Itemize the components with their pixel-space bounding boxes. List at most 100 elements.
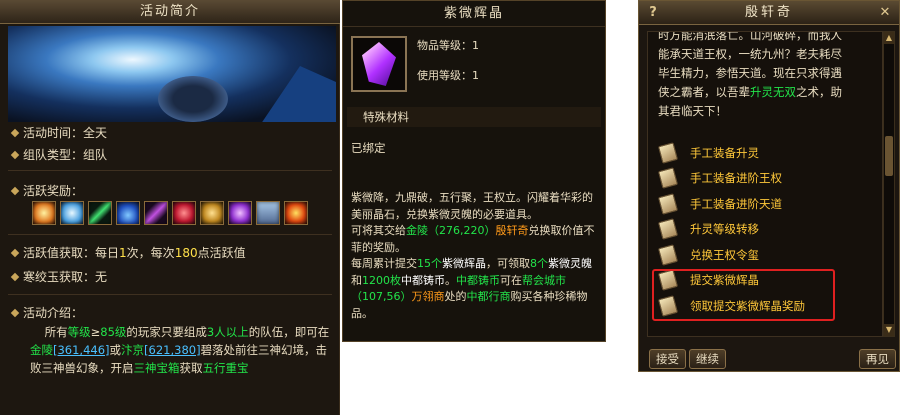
activity-points-value: 180 xyxy=(174,246,198,260)
intro-level-value: 85级 xyxy=(100,325,127,339)
continue-button[interactable]: 继续 xyxy=(689,349,726,369)
reward-count: 8个 xyxy=(530,257,548,270)
bullet-icon xyxy=(10,308,20,317)
intro-text: 或 xyxy=(109,343,122,357)
scroll-icon xyxy=(657,218,679,241)
coin-count: 1200枚 xyxy=(362,273,401,287)
bullet-icon xyxy=(10,248,20,257)
coin-keyword: 中都铸币 xyxy=(456,273,500,287)
intro-level-keyword: 等级 xyxy=(67,325,91,339)
jinling-link[interactable]: 金陵 xyxy=(406,224,428,237)
npc-dialog: 殷轩奇 ? ✕ 时方能消泯落亡。山河破碎，而我人 能承天道王权，一统九州？老夫耗… xyxy=(638,0,900,372)
jade-row: 寒绞玉获取：无 xyxy=(10,268,108,285)
option-exchange-seal[interactable]: 兑换王权令玺 xyxy=(657,242,880,268)
intro-heading-row: 活动介绍： xyxy=(10,304,84,321)
time-label: 活动时间： xyxy=(23,126,84,140)
highlight-box xyxy=(652,269,835,321)
bound-status: 已绑定 xyxy=(351,141,386,155)
option-handcraft-upgrade[interactable]: 手工装备升灵 xyxy=(657,140,880,166)
help-icon[interactable]: ? xyxy=(645,5,661,21)
gold-armor-icon[interactable] xyxy=(200,201,224,225)
use-level: 使用等级：1 xyxy=(417,69,479,82)
team-label: 组队类型： xyxy=(23,148,84,162)
item-name: 紫微辉晶 xyxy=(343,1,605,27)
activity-points-text: 次，每次 xyxy=(126,246,175,260)
green-staff-icon[interactable] xyxy=(88,201,112,225)
item-category: 特殊材料 xyxy=(347,107,601,127)
scroll-thumb[interactable] xyxy=(885,136,893,176)
blue-flask-icon[interactable] xyxy=(116,201,140,225)
goodbye-button[interactable]: 再见 xyxy=(859,349,896,369)
jinling-coord-link[interactable]: [361,446] xyxy=(53,343,110,357)
chest-keyword: 三神宝箱 xyxy=(133,361,180,375)
activity-intro-text: 所有等级≥85级的玩家只要组成3人以上的队伍，即可在金陵[361,446]或汴京… xyxy=(30,323,332,377)
option-advance-heaven[interactable]: 手工装备进阶天道 xyxy=(657,191,880,217)
dialog-line: 侠之霸者，以吾辈升灵无双之术，助 xyxy=(658,83,878,102)
rewards-row: 活跃奖励： xyxy=(10,182,83,199)
jade-value: 无 xyxy=(95,270,108,284)
intro-text: ≥ xyxy=(90,325,101,339)
option-label: 手工装备进阶王权 xyxy=(690,171,782,186)
divider xyxy=(8,234,332,235)
desc-text: ，可领取 xyxy=(486,257,530,270)
submit-count: 15个 xyxy=(417,257,442,270)
activity-times-value: 1 xyxy=(119,246,127,260)
scroll-icon xyxy=(657,192,679,215)
intro-text: 的队伍，即可在 xyxy=(248,325,330,339)
divider xyxy=(8,170,332,171)
desc-text: 处的 xyxy=(444,290,467,303)
scroll-up-icon[interactable]: ▲ xyxy=(884,32,894,44)
merchant-name-link[interactable]: 万翎商 xyxy=(412,290,445,303)
item-keyword: 紫微辉晶 xyxy=(442,257,486,270)
scroll-icon[interactable] xyxy=(256,201,280,225)
bullet-icon xyxy=(10,186,20,195)
guild-city-link[interactable]: 帮会城市 xyxy=(522,274,566,287)
jinling-link[interactable]: 金陵 xyxy=(30,343,53,357)
option-advance-royal[interactable]: 手工装备进阶王权 xyxy=(657,166,880,192)
coin-keyword: 中都铸币 xyxy=(401,273,445,287)
dialog-scrollbar[interactable]: ▲ ▼ xyxy=(883,31,895,337)
orb-icon[interactable] xyxy=(32,201,56,225)
red-gem-icon[interactable] xyxy=(172,201,196,225)
bianjing-link[interactable]: 汴京 xyxy=(121,343,144,357)
accept-button[interactable]: 接受 xyxy=(649,349,686,369)
activity-time-row: 活动时间：全天 xyxy=(10,124,108,141)
dialog-line: 能承天道王权，一统九州？老夫耗尽 xyxy=(658,47,842,61)
activity-points-text: 点活跃值 xyxy=(197,246,246,260)
beast-silhouette xyxy=(158,76,228,122)
intro-text: 获取 xyxy=(179,361,203,375)
jade-label: 寒绞玉获取： xyxy=(23,270,96,284)
intro-label: 活动介绍： xyxy=(23,306,84,320)
desc-text: 可在 xyxy=(500,273,522,287)
desc-text: 。 xyxy=(445,273,456,287)
activity-panel: 活动简介 活动时间：全天 组队类型：组队 活跃奖励： 活跃值获取：每日1次，每次… xyxy=(0,0,340,415)
purple-crystal-icon[interactable] xyxy=(228,201,252,225)
bullet-icon xyxy=(10,150,20,159)
team-type-row: 组队类型：组队 xyxy=(10,146,108,163)
bullet-icon xyxy=(10,272,20,281)
dialog-line: 毕生精力，参悟天道。现在只求得遇 xyxy=(658,66,842,80)
purple-feather-icon[interactable] xyxy=(144,201,168,225)
item-slot xyxy=(351,36,407,92)
dialog-text: 侠之霸者，以吾辈 xyxy=(658,85,750,99)
bianjing-coord-link[interactable]: [621,380] xyxy=(144,343,201,357)
option-label: 手工装备进阶天道 xyxy=(690,196,782,211)
option-label: 兑换王权令玺 xyxy=(690,247,759,262)
fire-chest-icon[interactable] xyxy=(284,201,308,225)
jinling-coord-link[interactable]: （276,220） xyxy=(428,224,496,237)
npc-dialog-title: 殷轩奇 xyxy=(639,1,899,25)
blue-crystal-icon[interactable] xyxy=(60,201,84,225)
intro-party-size: 3人以上 xyxy=(206,325,249,339)
reward-icon-list xyxy=(32,201,308,225)
team-value: 组队 xyxy=(83,148,108,162)
mountain-silhouette xyxy=(246,66,336,122)
time-value: 全天 xyxy=(83,126,108,140)
close-icon[interactable]: ✕ xyxy=(877,5,893,21)
scroll-down-icon[interactable]: ▼ xyxy=(884,324,894,336)
npc-name-link[interactable]: 殷轩奇 xyxy=(496,224,529,237)
option-level-transfer[interactable]: 升灵等级转移 xyxy=(657,217,880,243)
item-level: 物品等级：1 xyxy=(417,39,479,52)
activity-points-row: 活跃值获取：每日1次，每次180点活跃值 xyxy=(10,244,246,261)
guild-city-coord-link[interactable]: （107,56） xyxy=(351,290,412,303)
option-label: 升灵等级转移 xyxy=(690,222,759,237)
